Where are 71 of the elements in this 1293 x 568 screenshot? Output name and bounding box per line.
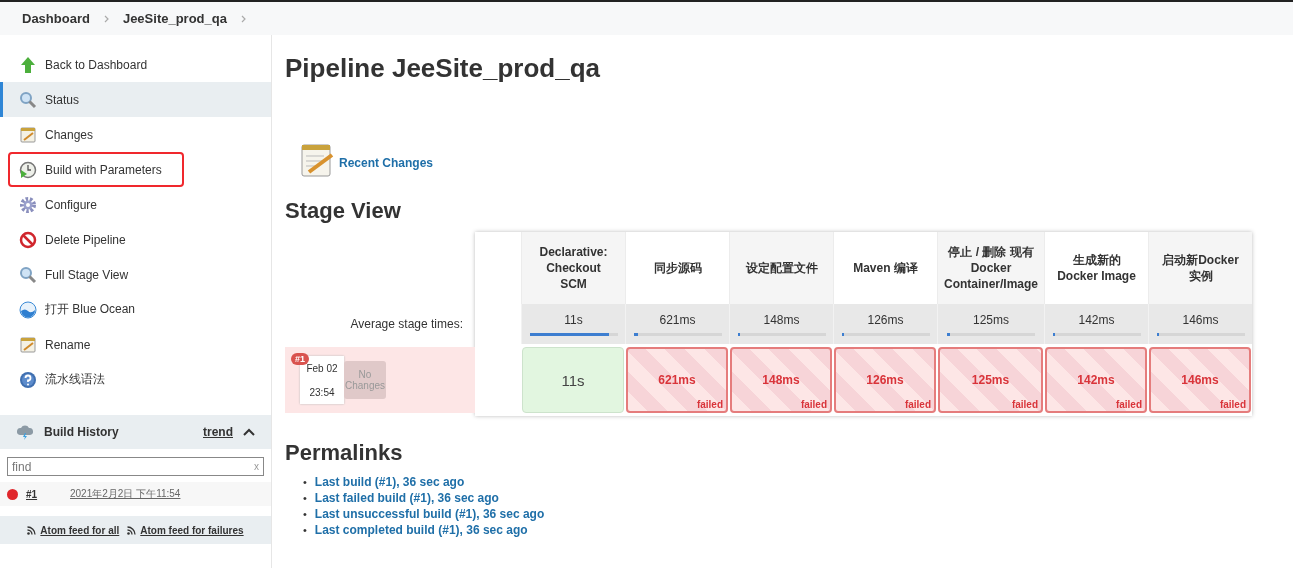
clock-icon — [19, 160, 37, 179]
changes-label: No Changes — [344, 361, 386, 399]
recent-changes-link[interactable]: Recent Changes — [339, 156, 434, 170]
build-number[interactable]: #1 — [291, 353, 309, 365]
cloud-icon — [16, 424, 34, 440]
build-link[interactable]: #1 — [26, 488, 62, 500]
sidebar-item[interactable]: Rename — [0, 327, 271, 362]
breadcrumb-link[interactable]: JeeSite_prod_qa — [122, 11, 227, 26]
help-icon — [19, 370, 37, 389]
breadcrumb-link[interactable]: Dashboard — [22, 11, 90, 26]
chevron-icon — [240, 14, 246, 23]
feed-link[interactable]: Atom feed for all — [27, 524, 120, 536]
trend-link[interactable]: trend — [203, 425, 233, 439]
rss-icon — [127, 525, 137, 535]
permalink[interactable]: Last completed build (#1), 36 sec ago — [314, 522, 528, 538]
sidebar-item[interactable]: Full Stage View — [0, 257, 271, 292]
average-cell: 125ms — [937, 304, 1045, 344]
average-cell: 621ms — [625, 304, 729, 344]
feed-link[interactable]: Atom feed for failures — [127, 524, 244, 536]
rss-icon — [27, 525, 37, 535]
average-cell: 11s — [521, 304, 625, 344]
permalink[interactable]: Last failed build (#1), 36 sec ago — [314, 490, 499, 506]
bullet: • — [303, 507, 307, 522]
settings-icon — [19, 195, 37, 214]
stage-result[interactable]: 142ms failed — [1045, 347, 1148, 413]
bullet: • — [303, 475, 307, 490]
stage-result[interactable]: 11s — [522, 347, 624, 413]
average-cell: 142ms — [1044, 304, 1149, 344]
section-title: Build History — [44, 425, 120, 439]
stage-result[interactable]: 126ms failed — [834, 347, 936, 413]
stage-result[interactable]: 148ms failed — [730, 347, 832, 413]
sidebar-item[interactable]: Back to Dashboard — [0, 47, 271, 82]
up-arrow-icon — [19, 55, 37, 74]
sidebar-item[interactable]: 打开 Blue Ocean — [0, 292, 271, 327]
search-icon — [19, 265, 37, 284]
ocean-icon — [19, 300, 37, 319]
stage-result[interactable]: 125ms failed — [938, 347, 1044, 413]
bullet: • — [303, 523, 307, 538]
stage-result[interactable]: 621ms failed — [626, 347, 728, 413]
stage-header: 生成新的 Docker Image — [1044, 232, 1149, 304]
search-icon — [19, 90, 37, 109]
section-title: Permalinks — [285, 440, 404, 466]
stage-header: 设定配置文件 — [729, 232, 833, 304]
sidebar-item[interactable]: Changes — [0, 117, 271, 152]
notepad-icon — [19, 125, 37, 144]
notepad-icon — [19, 335, 37, 354]
sidebar-item[interactable]: Status — [0, 82, 271, 117]
average-cell: 126ms — [833, 304, 937, 344]
chevron-up-icon[interactable] — [243, 428, 255, 436]
notepad-icon — [299, 142, 335, 178]
section-title: Stage View — [285, 198, 402, 224]
stage-header: 启动新Docker 实例 — [1148, 232, 1253, 304]
stage-result[interactable]: 146ms failed — [1149, 347, 1252, 413]
sidebar-item[interactable]: 流水线语法 — [0, 362, 271, 397]
forbidden-icon — [19, 230, 37, 249]
stage-header: 停止 / 删除 现有 Docker Container/Image — [937, 232, 1045, 304]
average-label: Average stage times: — [349, 316, 464, 333]
average-cell: 146ms — [1148, 304, 1253, 344]
page-title: Pipeline JeeSite_prod_qa — [285, 53, 601, 84]
sidebar-item[interactable]: Delete Pipeline — [0, 222, 271, 257]
stage-header: Maven 编译 — [833, 232, 937, 304]
permalink[interactable]: Last unsuccessful build (#1), 36 sec ago — [314, 506, 545, 522]
sidebar-item[interactable]: Build with Parameters — [0, 152, 271, 187]
permalink[interactable]: Last build (#1), 36 sec ago — [314, 474, 465, 490]
chevron-icon — [103, 14, 109, 23]
stage-header: 同步源码 — [625, 232, 729, 304]
build-date-link[interactable]: 2021年2月2日 下午11:54 — [70, 487, 181, 501]
bullet: • — [303, 491, 307, 506]
average-cell: 148ms — [729, 304, 833, 344]
stage-header: Declarative: Checkout SCM — [521, 232, 625, 304]
sidebar-item[interactable]: Configure — [0, 187, 271, 222]
